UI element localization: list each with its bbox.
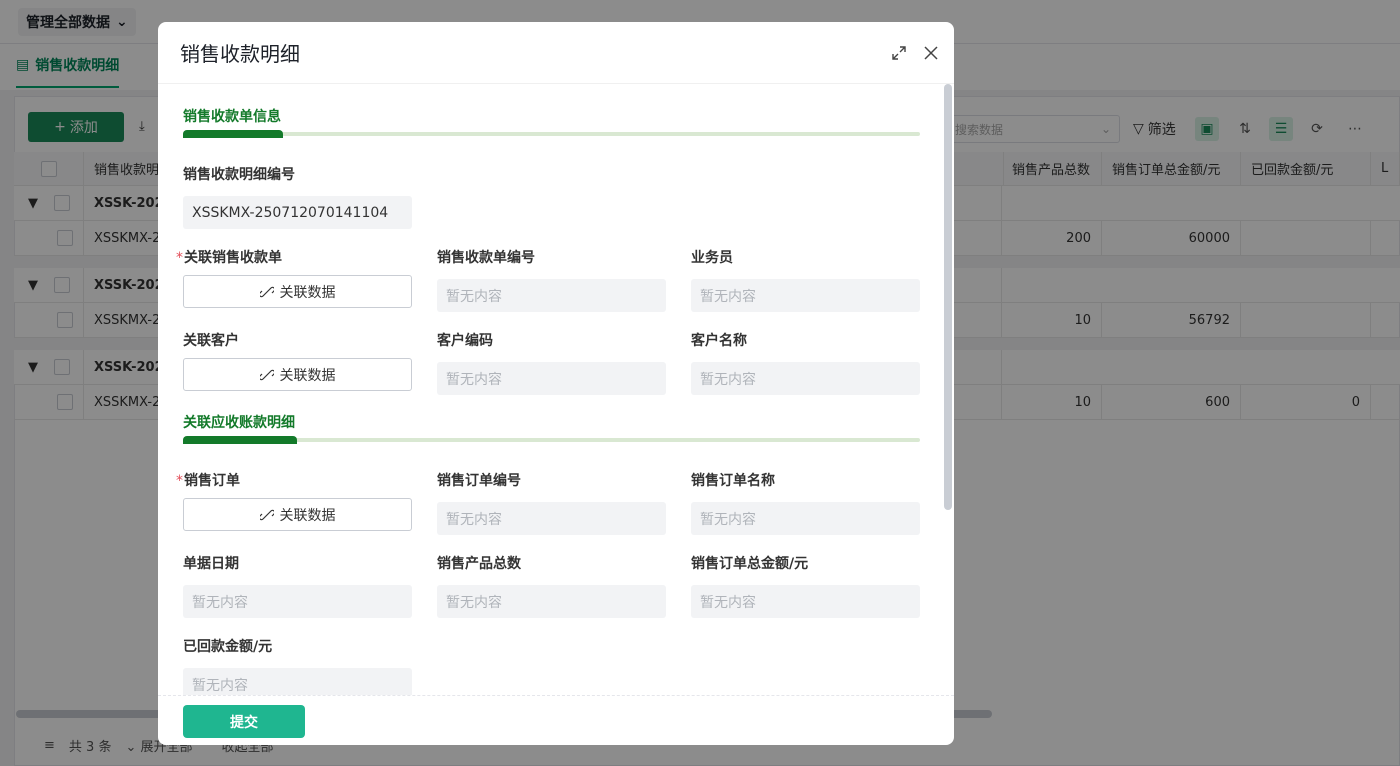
sales-order-field: *销售订单 关联数据: [176, 470, 412, 531]
field-label: *关联销售收款单: [176, 247, 412, 267]
customer-code-field: 客户编码 暂无内容: [437, 330, 666, 395]
total-amount-field: 销售订单总金额/元 暂无内容: [691, 553, 920, 618]
close-icon[interactable]: [920, 42, 942, 64]
field-label: 单据日期: [183, 556, 239, 572]
field-label: *销售订单: [176, 470, 412, 490]
total-qty-value: 暂无内容: [437, 585, 666, 618]
section-divider: [183, 130, 920, 138]
field-label: 已回款金额/元: [183, 639, 273, 655]
detail-no-field: 销售收款明细编号 XSSKMX-250712070141104: [183, 164, 412, 229]
link-data-button[interactable]: 关联数据: [183, 358, 412, 391]
expand-icon[interactable]: [888, 42, 910, 64]
detail-no-value: XSSKMX-250712070141104: [183, 196, 412, 229]
modal-title: 销售收款明细: [180, 42, 300, 66]
section-divider-accent: [183, 130, 283, 138]
order-name-field: 销售订单名称 暂无内容: [691, 470, 920, 535]
section-divider: [183, 436, 920, 444]
required-mark: *: [176, 250, 183, 266]
section-receipt-info: 销售收款单信息: [183, 106, 920, 138]
salesperson-value: 暂无内容: [691, 279, 920, 312]
field-label: 客户编码: [437, 333, 493, 349]
field-label: 销售收款明细编号: [183, 167, 295, 183]
paid-amount-value: 暂无内容: [183, 668, 412, 695]
field-label: 关联客户: [183, 333, 239, 349]
field-label: 销售订单名称: [691, 473, 775, 489]
customer-code-value: 暂无内容: [437, 362, 666, 395]
section-title: 销售收款单信息: [183, 109, 281, 125]
total-qty-field: 销售产品总数 暂无内容: [437, 553, 666, 618]
paid-amount-field: 已回款金额/元 暂无内容: [183, 636, 412, 695]
link-data-label: 关联数据: [279, 284, 336, 301]
order-name-value: 暂无内容: [691, 502, 920, 535]
link-icon: [259, 509, 274, 520]
field-label: 销售收款单编号: [437, 250, 535, 266]
field-label: 业务员: [691, 250, 733, 266]
required-mark: *: [176, 473, 183, 489]
doc-date-value: 暂无内容: [183, 585, 412, 618]
order-no-value: 暂无内容: [437, 502, 666, 535]
link-icon: [259, 369, 274, 380]
receipt-no-field: 销售收款单编号 暂无内容: [437, 247, 666, 312]
submit-button[interactable]: 提交: [183, 705, 305, 738]
link-data-label: 关联数据: [279, 367, 336, 384]
vertical-scrollbar[interactable]: [944, 84, 952, 510]
order-no-field: 销售订单编号 暂无内容: [437, 470, 666, 535]
field-label-text: 关联销售收款单: [184, 250, 282, 266]
receipt-detail-modal: 销售收款明细 销售收款单信息 销售收款明细编号 XSSKMX-250712070…: [158, 22, 954, 745]
section-divider-accent: [183, 436, 297, 444]
doc-date-field: 单据日期 暂无内容: [183, 553, 412, 618]
related-receipt-field: *关联销售收款单 关联数据: [176, 247, 412, 308]
modal-header: 销售收款明细: [158, 22, 954, 84]
link-data-label: 关联数据: [279, 507, 336, 524]
field-label: 销售产品总数: [437, 556, 521, 572]
section-receivable-detail: 关联应收账款明细: [183, 412, 920, 444]
related-customer-field: 关联客户 关联数据: [183, 330, 412, 391]
modal-body: 销售收款单信息 销售收款明细编号 XSSKMX-250712070141104 …: [158, 84, 954, 695]
section-title: 关联应收账款明细: [183, 415, 295, 431]
field-label: 销售订单总金额/元: [691, 556, 809, 572]
total-amount-value: 暂无内容: [691, 585, 920, 618]
link-icon: [259, 286, 274, 297]
field-label: 销售订单编号: [437, 473, 521, 489]
field-label: 客户名称: [691, 333, 747, 349]
link-data-button[interactable]: 关联数据: [183, 498, 412, 531]
link-data-button[interactable]: 关联数据: [183, 275, 412, 308]
modal-footer: 提交: [158, 695, 954, 745]
customer-name-value: 暂无内容: [691, 362, 920, 395]
field-label-text: 销售订单: [184, 473, 240, 489]
salesperson-field: 业务员 暂无内容: [691, 247, 920, 312]
receipt-no-value: 暂无内容: [437, 279, 666, 312]
customer-name-field: 客户名称 暂无内容: [691, 330, 920, 395]
